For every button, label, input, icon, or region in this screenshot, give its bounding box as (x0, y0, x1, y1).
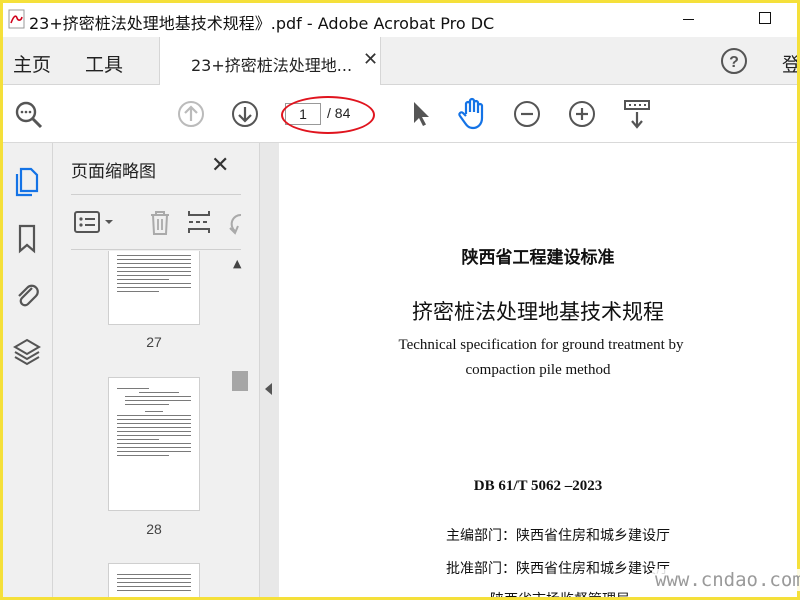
page-thumbnails-icon[interactable] (12, 165, 42, 197)
svg-text:?: ? (729, 54, 739, 71)
attachment-icon[interactable] (12, 278, 42, 310)
close-panel-icon[interactable]: ✕ (211, 153, 229, 178)
rotate-page-icon[interactable] (227, 207, 243, 237)
thumbnail-page-29[interactable] (108, 563, 200, 597)
thumbnails-title: 页面缩略图 (71, 162, 156, 182)
previous-page-icon[interactable] (176, 99, 206, 129)
title-bar: 23+挤密桩法处理地基技术规程》.pdf - Adobe Acrobat Pro… (3, 3, 797, 37)
document-tab[interactable]: 23+挤密桩法处理地... ✕ (159, 37, 381, 86)
scroll-thumb[interactable] (232, 371, 248, 391)
document-tab-label: 23+挤密桩法处理地... (191, 56, 353, 75)
select-cursor-icon[interactable] (408, 99, 432, 129)
insert-page-icon[interactable] (185, 207, 215, 237)
next-page-icon[interactable] (230, 99, 260, 129)
sign-in-link[interactable]: 登 (782, 50, 797, 77)
nav-tools[interactable]: 工具 (85, 50, 123, 77)
site-watermark: www.cndao.com (652, 569, 800, 591)
window-title: 23+挤密桩法处理地基技术规程》.pdf - Adobe Acrobat Pro… (29, 14, 495, 33)
thumbnail-toolbar (71, 194, 243, 250)
hand-tool-icon[interactable] (457, 97, 489, 131)
scroll-up-icon[interactable]: ▲ (233, 257, 241, 270)
document-title-en-line2: compaction pile method (465, 362, 611, 378)
navigation-rail (3, 143, 53, 597)
thumbnails-panel: 页面缩略图 ✕ 27 28 ▲ (53, 143, 259, 597)
thumbnail-page-number: 27 (146, 334, 162, 350)
panel-collapse-handle[interactable] (259, 143, 279, 597)
delete-page-icon[interactable] (145, 207, 175, 237)
close-tab-icon[interactable]: ✕ (363, 49, 378, 70)
minimize-button[interactable] (683, 19, 694, 20)
zoom-out-icon[interactable] (512, 99, 542, 129)
standard-code: DB 61/T 5062 –2023 (473, 478, 603, 494)
standard-category: 陕西省工程建设标准 (461, 248, 615, 267)
help-icon[interactable]: ? (719, 46, 749, 76)
scroll-mode-icon[interactable] (622, 99, 652, 131)
thumbnail-page-number: 28 (146, 521, 162, 537)
thumbnail-options-icon[interactable] (73, 209, 117, 235)
highlight-ellipse (281, 96, 375, 134)
thumbnail-page-27[interactable] (108, 251, 200, 325)
document-viewer: 陕西省工程建设标准 挤密桩法处理地基技术规程 Technical specifi… (279, 143, 797, 597)
tab-bar: 主页 工具 23+挤密桩法处理地... ✕ ? 登 (3, 37, 797, 86)
acrobat-window: 23+挤密桩法处理地基技术规程》.pdf - Adobe Acrobat Pro… (3, 3, 797, 597)
editor-department: 主编部门：陕西省住房和城乡建设厅 (446, 529, 670, 544)
toolbar: / 84 (3, 85, 797, 143)
thumbnail-list: 27 28 (53, 251, 228, 597)
zoom-search-icon[interactable] (13, 99, 45, 131)
collapse-arrow-icon (265, 383, 272, 395)
zoom-in-icon[interactable] (567, 99, 597, 129)
document-title-en-line1: Technical specification for ground treat… (398, 337, 684, 353)
bookmark-icon[interactable] (12, 223, 42, 255)
pdf-file-icon (8, 9, 25, 29)
maximize-button[interactable] (759, 12, 771, 24)
document-title-cn: 挤密桩法处理地基技术规程 (412, 300, 664, 324)
nav-home[interactable]: 主页 (13, 50, 51, 77)
layers-icon[interactable] (12, 336, 42, 368)
thumbnail-scrollbar[interactable]: ▲ (228, 251, 250, 597)
thumbnail-page-28[interactable] (108, 377, 200, 511)
